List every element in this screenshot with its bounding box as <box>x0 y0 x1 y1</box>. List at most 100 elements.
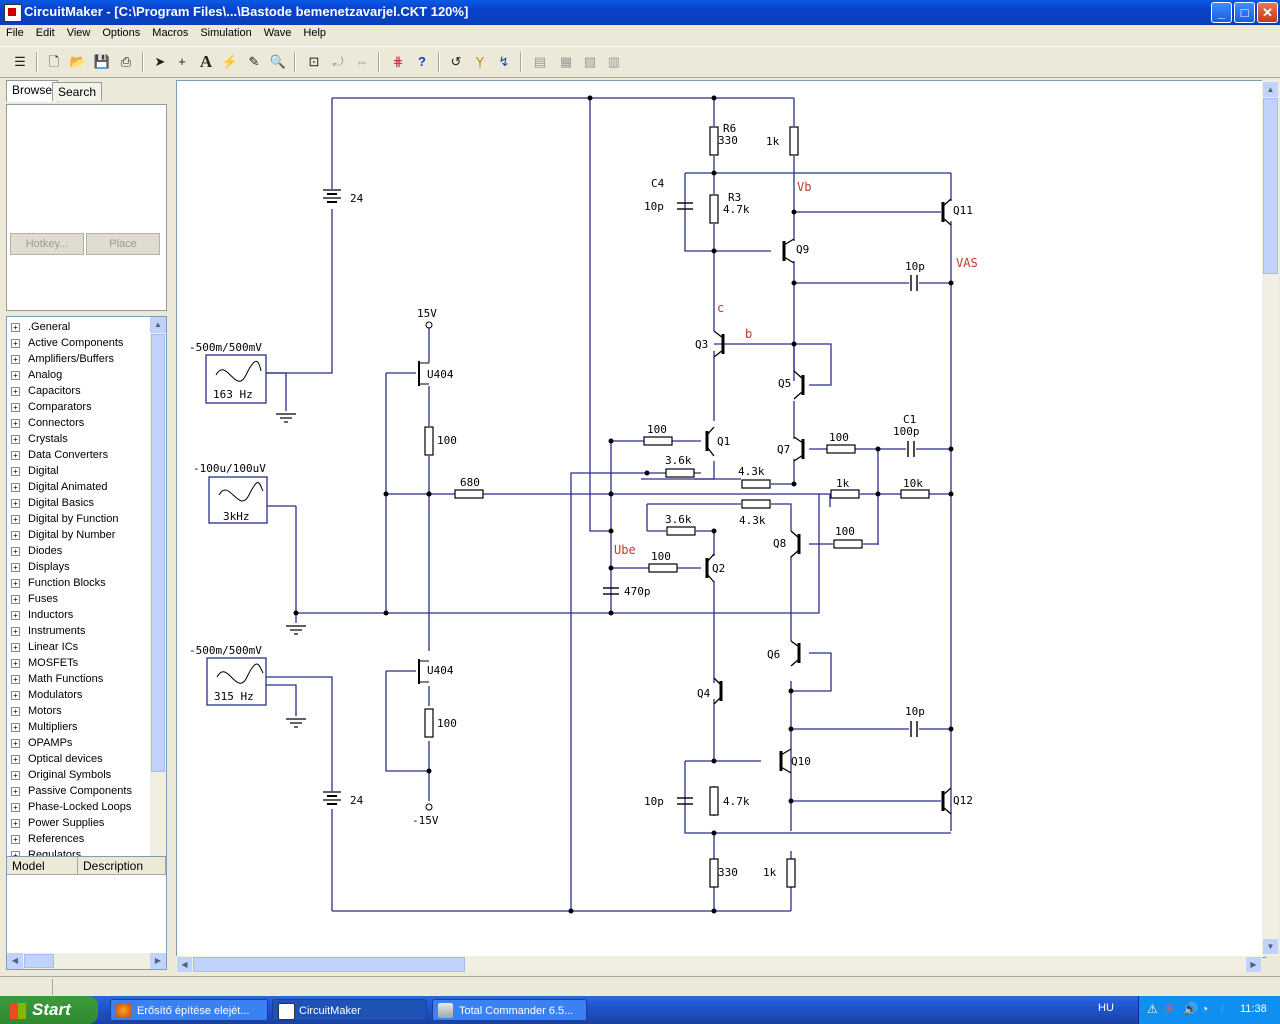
menu-wave[interactable]: Wave <box>258 25 298 41</box>
expand-icon[interactable]: + <box>11 434 20 444</box>
save-icon[interactable]: 💾 <box>92 52 112 72</box>
menu-view[interactable]: View <box>61 25 97 41</box>
expand-icon[interactable]: + <box>11 578 20 588</box>
tree-item[interactable]: + Phase-Locked Loops <box>11 799 131 815</box>
tree-item[interactable]: + Motors <box>11 703 62 719</box>
expand-icon[interactable]: + <box>11 706 20 716</box>
tree-item[interactable]: + Digital <box>11 463 59 479</box>
canvas-hscrollbar[interactable]: ◀ ▶ <box>176 956 1262 973</box>
expand-icon[interactable]: + <box>11 834 20 844</box>
expand-icon[interactable]: + <box>11 338 20 348</box>
tree-item[interactable]: + Linear ICs <box>11 639 78 655</box>
step-icon[interactable]: Ỵ <box>470 52 490 72</box>
menu-help[interactable]: Help <box>297 25 332 41</box>
language-indicator[interactable]: HU <box>1098 1002 1114 1014</box>
model-column-header[interactable]: Model <box>7 857 78 875</box>
expand-icon[interactable]: + <box>11 418 20 428</box>
waveform-icon[interactable]: ▦ <box>556 52 576 72</box>
expand-icon[interactable]: + <box>11 770 20 780</box>
expand-icon[interactable]: + <box>11 562 20 572</box>
tree-item[interactable]: + Capacitors <box>11 383 81 399</box>
canvas-vscrollbar[interactable]: ▲ ▼ <box>1262 80 1279 956</box>
zoom-icon[interactable]: 🔍 <box>268 52 288 72</box>
expand-icon[interactable]: + <box>11 450 20 460</box>
netlist-icon[interactable]: ⋕ <box>388 52 408 72</box>
place-button[interactable]: Place <box>86 233 160 255</box>
expand-icon[interactable]: + <box>11 482 20 492</box>
expand-icon[interactable]: + <box>11 370 20 380</box>
open-folder-icon[interactable]: 📂 <box>68 52 88 72</box>
description-column-header[interactable]: Description <box>78 857 166 875</box>
text-tool-icon[interactable]: A <box>196 52 216 72</box>
tree-item[interactable]: + Original Symbols <box>11 767 111 783</box>
tree-item[interactable]: + Optical devices <box>11 751 103 767</box>
canvas-scroll-down-icon[interactable]: ▼ <box>1263 939 1278 954</box>
tree-item[interactable]: + Crystals <box>11 431 68 447</box>
tree-item[interactable]: + Data Converters <box>11 447 108 463</box>
tab-browse[interactable]: Browse <box>6 80 59 102</box>
mirror-icon[interactable]: ⇔ <box>352 52 372 72</box>
canvas-scroll-right-icon[interactable]: ▶ <box>1246 957 1261 972</box>
browse-toggle-icon[interactable]: ☰ <box>10 52 30 72</box>
scope-icon[interactable]: ▥ <box>604 52 624 72</box>
app-icon[interactable] <box>4 4 22 22</box>
tree-item[interactable]: + Modulators <box>11 687 82 703</box>
expand-icon[interactable]: + <box>11 626 20 636</box>
security-icon[interactable]: ⛨ <box>1165 1002 1174 1017</box>
maximize-button[interactable]: □ <box>1234 2 1255 23</box>
tree-item[interactable]: + OPAMPs <box>11 735 72 751</box>
wire-tool-icon[interactable]: + <box>172 52 192 72</box>
probe-tool-icon[interactable]: ⚡ <box>220 52 240 72</box>
reset-icon[interactable]: ↺ <box>446 52 466 72</box>
menu-file[interactable]: File <box>0 25 30 41</box>
tree-item[interactable]: + Digital Animated <box>11 479 108 495</box>
expand-icon[interactable]: + <box>11 498 20 508</box>
tree-item[interactable]: + Diodes <box>11 543 62 559</box>
tree-item[interactable]: + Math Functions <box>11 671 103 687</box>
expand-icon[interactable]: + <box>11 530 20 540</box>
update-icon[interactable]: ◔ <box>1201 1002 1208 1016</box>
expand-icon[interactable]: + <box>11 722 20 732</box>
tree-item[interactable]: + Passive Components <box>11 783 132 799</box>
expand-icon[interactable]: + <box>11 802 20 812</box>
tab-search[interactable]: Search <box>52 82 103 101</box>
canvas-scroll-left-icon[interactable]: ◀ <box>177 957 192 972</box>
schematic-canvas[interactable]: -500m/500mV 163 Hz -100u/100uV 3kHz -500… <box>176 80 1266 958</box>
tree-item[interactable]: + Amplifiers/Buffers <box>11 351 114 367</box>
tree-item[interactable]: + Inductors <box>11 607 73 623</box>
tree-item[interactable]: + Displays <box>11 559 70 575</box>
close-button[interactable]: ✕ <box>1257 2 1278 23</box>
tree-item[interactable]: + Power Supplies <box>11 815 104 831</box>
expand-icon[interactable]: + <box>11 386 20 396</box>
tree-item[interactable]: + Multipliers <box>11 719 78 735</box>
tree-item[interactable]: + Fuses <box>11 591 58 607</box>
expand-icon[interactable]: + <box>11 594 20 604</box>
canvas-scroll-up-icon[interactable]: ▲ <box>1263 82 1278 97</box>
tree-item[interactable]: + Digital by Number <box>11 527 115 543</box>
scroll-up-icon[interactable]: ▲ <box>150 317 166 333</box>
network-icon[interactable]: ⚠ <box>1147 1002 1158 1016</box>
model-hscrollbar[interactable]: ◀ ▶ <box>7 953 166 969</box>
trace-icon[interactable]: ▤ <box>530 52 550 72</box>
start-button[interactable]: Start <box>0 996 98 1024</box>
scroll-thumb[interactable] <box>151 334 165 772</box>
expand-icon[interactable]: + <box>11 322 20 332</box>
rotate-icon[interactable]: ⤾ <box>328 52 348 72</box>
fit-icon[interactable]: ⊡ <box>304 52 324 72</box>
minimize-button[interactable]: _ <box>1211 2 1232 23</box>
expand-icon[interactable]: + <box>11 738 20 748</box>
canvas-vscroll-thumb[interactable] <box>1263 98 1278 274</box>
run-icon[interactable]: ↯ <box>494 52 514 72</box>
tree-item[interactable]: + .General <box>11 319 70 335</box>
clock[interactable]: 11:38 <box>1240 1003 1267 1015</box>
tree-item[interactable]: + References <box>11 831 84 847</box>
tree-item[interactable]: + Digital Basics <box>11 495 94 511</box>
expand-icon[interactable]: + <box>11 658 20 668</box>
expand-icon[interactable]: + <box>11 818 20 828</box>
expand-icon[interactable]: + <box>11 610 20 620</box>
menu-simulation[interactable]: Simulation <box>194 25 257 41</box>
expand-icon[interactable]: + <box>11 754 20 764</box>
tree-scrollbar[interactable]: ▲ ▼ <box>150 317 166 929</box>
expand-icon[interactable]: + <box>11 354 20 364</box>
tree-item[interactable]: + Analog <box>11 367 62 383</box>
